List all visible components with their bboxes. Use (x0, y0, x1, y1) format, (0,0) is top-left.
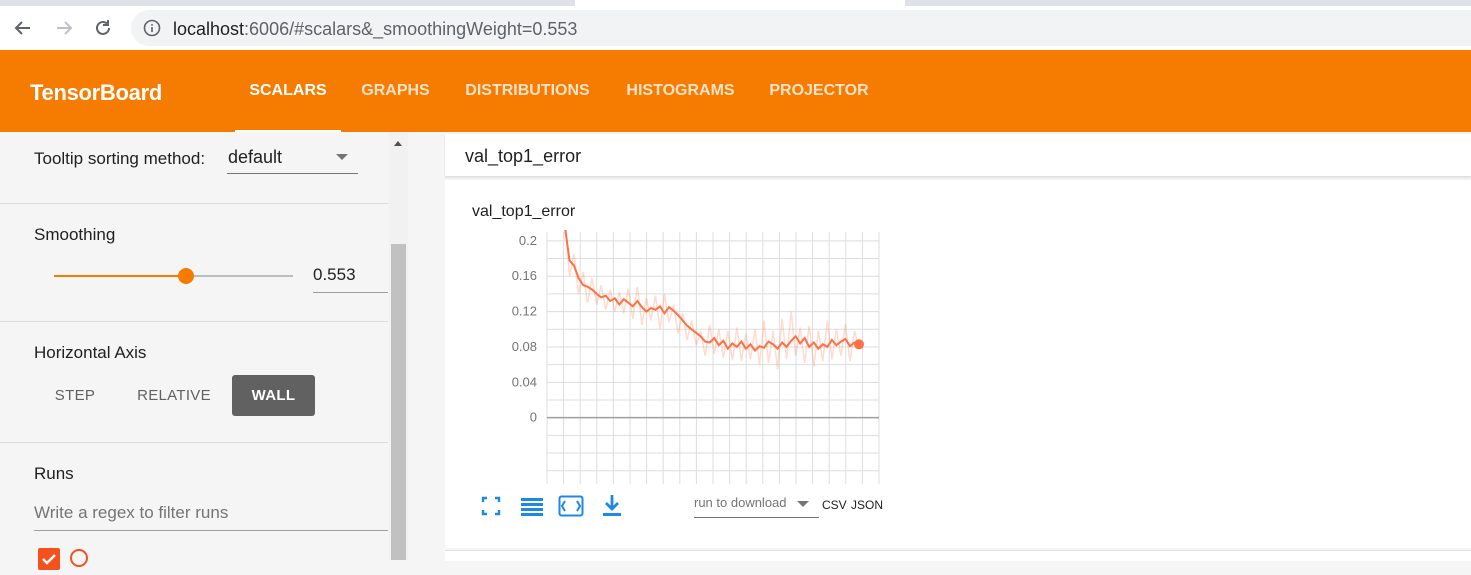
main-panel: val_top1_error val_top1_error 0.2 0.16 0.1… (445, 132, 1471, 561)
line-chart[interactable]: 0.2 0.16 0.12 0.08 0.04 0 (495, 230, 895, 490)
y-tick-label: 0 (530, 410, 537, 425)
smoothed-series-line (564, 230, 860, 353)
sidebar-scrollbar[interactable] (389, 132, 408, 560)
axis-wall-button[interactable]: WALL (232, 375, 315, 416)
slider-thumb[interactable] (178, 268, 195, 284)
app-title: TensorBoard (30, 80, 162, 105)
run-color-circle-icon[interactable] (70, 549, 88, 567)
y-axis-ticks: 0.2 0.16 0.12 0.08 0.04 0 (512, 233, 537, 425)
smoothing-value-input[interactable]: 0.553 (313, 265, 356, 285)
toggle-log-scale-icon[interactable] (518, 492, 546, 520)
address-bar[interactable]: localhost:6006/#scalars&_smoothingWeight… (131, 10, 1471, 46)
run-select-placeholder: run to download (694, 495, 787, 510)
smoothing-slider[interactable] (54, 268, 293, 284)
run-checkbox[interactable] (38, 548, 60, 570)
address-url[interactable]: localhost:6006/#scalars&_smoothingWeight… (173, 19, 577, 39)
category-title: val_top1_error (465, 146, 582, 166)
runs-label: Runs (34, 464, 74, 483)
back-arrow-icon[interactable] (9, 14, 37, 42)
download-csv-link[interactable]: CSV (822, 498, 847, 512)
runs-filter-input[interactable]: Write a regex to filter runs (34, 503, 228, 523)
sidebar: Tooltip sorting method: default Smoothin… (0, 132, 408, 570)
next-card-edge (445, 550, 1471, 561)
scroll-up-arrow-icon[interactable] (394, 141, 402, 146)
y-tick-label: 0.08 (512, 339, 537, 354)
app-header: TensorBoard SCALARS GRAPHS DISTRIBUTIONS… (0, 50, 1471, 132)
y-tick-label: 0.2 (519, 233, 537, 248)
url-path: :6006/#scalars&_smoothingWeight=0.553 (244, 19, 578, 39)
tab-projector[interactable]: PROJECTOR (756, 50, 882, 132)
chart-series (564, 230, 864, 370)
chart-grid (546, 232, 880, 484)
run-to-download-select[interactable]: run to download (694, 493, 819, 518)
horizontal-axis-label: Horizontal Axis (34, 343, 147, 362)
tab-distributions[interactable]: DISTRIBUTIONS (450, 50, 605, 132)
smoothing-label: Smoothing (34, 225, 116, 244)
last-point-marker (854, 339, 864, 350)
category-header[interactable]: val_top1_error (445, 134, 1471, 177)
tab-graphs[interactable]: GRAPHS (346, 50, 445, 132)
reload-icon[interactable] (89, 14, 117, 42)
chevron-down-icon[interactable] (797, 501, 809, 507)
dropdown-underline (227, 173, 358, 174)
divider (0, 442, 388, 443)
smoothing-value-underline (313, 292, 388, 293)
browser-toolbar: localhost:6006/#scalars&_smoothingWeight… (0, 6, 1471, 50)
runs-filter-underline (34, 530, 388, 531)
fullscreen-icon[interactable] (477, 492, 505, 520)
axis-step-button[interactable]: STEP (41, 375, 109, 416)
download-json-link[interactable]: JSON (851, 498, 883, 512)
fit-domain-icon[interactable] (557, 492, 585, 520)
divider (0, 321, 388, 322)
chart-card: val_top1_error 0.2 0.16 0.12 0.08 0.04 0 run … (445, 180, 1471, 548)
divider (0, 203, 388, 204)
slider-fill (54, 275, 187, 277)
info-icon[interactable] (143, 19, 161, 37)
tab-scalars[interactable]: SCALARS (235, 50, 341, 132)
url-host: localhost (173, 19, 245, 39)
tab-histograms[interactable]: HISTOGRAMS (610, 50, 751, 132)
forward-arrow-icon[interactable] (50, 14, 78, 42)
download-icon[interactable] (598, 492, 626, 520)
y-tick-label: 0.04 (512, 374, 537, 389)
y-tick-label: 0.12 (512, 304, 537, 319)
chevron-down-icon[interactable] (336, 154, 348, 160)
chart-title: val_top1_error (472, 203, 576, 220)
axis-relative-button[interactable]: RELATIVE (126, 375, 222, 416)
y-tick-label: 0.16 (512, 268, 537, 283)
tooltip-sorting-value[interactable]: default (228, 147, 282, 168)
scrollbar-thumb[interactable] (391, 244, 406, 560)
tooltip-sorting-label: Tooltip sorting method: (34, 149, 206, 168)
